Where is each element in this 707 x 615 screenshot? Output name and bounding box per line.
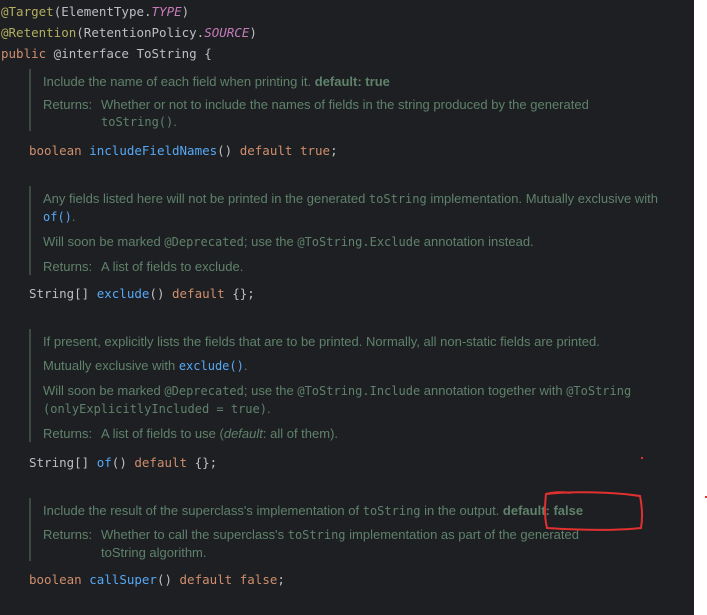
interface-declaration-line: public @interface ToString { xyxy=(1,46,212,62)
doc-text: ; use the xyxy=(243,234,298,249)
semicolon: ; xyxy=(277,572,285,587)
include-field-names-signature: boolean includeFieldNames() default true… xyxy=(29,143,338,159)
returns-code: toString() xyxy=(101,115,174,129)
doc-deprecation-text: Will soon be marked xyxy=(43,383,165,398)
returns-text: A list of fields to exclude. xyxy=(101,259,244,274)
retention-close-paren: ) xyxy=(249,25,257,40)
doc-default-value: default: true xyxy=(314,74,390,89)
doc-description: Include the result of the superclass's i… xyxy=(43,503,363,518)
semicolon: ; xyxy=(209,455,218,470)
doc-text: annotation instead. xyxy=(420,234,534,249)
doc-code-tostring-annotation: @ToString xyxy=(566,384,632,398)
default-keyword: default xyxy=(239,143,300,158)
doc-code-tostring: toString xyxy=(362,504,421,518)
red-mark xyxy=(641,457,643,459)
doc-text: Mutually exclusive with xyxy=(43,358,179,373)
doc-code-deprecated: @Deprecated xyxy=(164,235,244,249)
doc-code-exclude: @ToString.Exclude xyxy=(297,235,421,249)
target-close-paren: ) xyxy=(181,4,190,19)
doc-code-only-explicitly-included: (onlyExplicitlyIncluded = true) xyxy=(43,402,267,416)
returns-text-end: toString algorithm. xyxy=(101,545,207,560)
retention-args: (RetentionPolicy. xyxy=(76,25,205,40)
returns-text: Whether to call the superclass's xyxy=(101,527,288,542)
semicolon: ; xyxy=(330,143,338,158)
doc-period: . xyxy=(71,209,76,224)
default-value: {} xyxy=(194,455,210,470)
returns-period: . xyxy=(173,114,177,129)
semicolon: ; xyxy=(247,286,255,301)
doc-text: ; use the xyxy=(243,383,298,398)
doc-text-continued: implementation. Mutually exclusive with xyxy=(426,191,658,206)
doc-code-deprecated: @Deprecated xyxy=(164,384,244,398)
public-keyword: public xyxy=(1,46,47,61)
doc-description: If present, explicitly lists the fields … xyxy=(43,334,600,349)
default-value: true xyxy=(299,143,331,158)
return-type: boolean xyxy=(29,572,90,587)
returns-default-emphasis: default xyxy=(223,426,263,441)
target-annotation-line: @Target(ElementType.TYPE) xyxy=(1,4,189,20)
exclude-signature: String[] exclude() default {}; xyxy=(29,286,255,302)
target-annotation: @Target xyxy=(1,4,54,19)
method-parens: () xyxy=(149,286,172,301)
returns-label: Returns: xyxy=(43,97,93,112)
default-keyword: default xyxy=(134,455,195,470)
returns-text-continued: : all of them). xyxy=(262,426,339,441)
doc-period: . xyxy=(243,358,248,373)
javadoc-of: If present, explicitly lists the fields … xyxy=(29,329,683,442)
method-name[interactable]: exclude xyxy=(97,286,150,301)
target-args: (ElementType. xyxy=(53,4,152,19)
return-type: String[] xyxy=(29,455,97,470)
method-parens: () xyxy=(217,143,240,158)
method-parens: () xyxy=(111,455,135,470)
doc-text: annotation together with xyxy=(420,383,567,398)
default-keyword: default xyxy=(172,286,233,301)
javadoc-include-field-names: Include the name of each field when prin… xyxy=(29,69,683,131)
default-value: {} xyxy=(232,286,248,301)
doc-link-exclude[interactable]: exclude() xyxy=(179,359,244,373)
doc-code-include: @ToString.Include xyxy=(297,384,421,398)
doc-text: Any fields listed here will not be print… xyxy=(43,191,369,206)
doc-text-continued: in the output. xyxy=(420,503,503,518)
retention-annotation: @Retention xyxy=(1,25,77,40)
returns-label: Returns: xyxy=(43,426,93,441)
default-value: false xyxy=(239,572,278,587)
javadoc-exclude: Any fields listed here will not be print… xyxy=(29,186,683,275)
retention-annotation-line: @Retention(RetentionPolicy.SOURCE) xyxy=(1,25,257,41)
of-signature: String[] of() default {}; xyxy=(29,455,217,471)
returns-label: Returns: xyxy=(43,259,93,274)
doc-code-tostring: toString xyxy=(368,192,427,206)
target-type-constant: TYPE xyxy=(151,4,182,19)
method-parens: () xyxy=(156,572,180,587)
call-super-signature: boolean callSuper() default false; xyxy=(29,572,285,588)
returns-text: A list of fields to use ( xyxy=(101,426,224,441)
returns-text: Whether or not to include the names of f… xyxy=(101,97,589,112)
code-editor[interactable]: @Target(ElementType.TYPE) @Retention(Ret… xyxy=(0,0,694,615)
return-type: boolean xyxy=(29,143,90,158)
method-name[interactable]: includeFieldNames xyxy=(89,143,217,158)
returns-label: Returns: xyxy=(43,527,93,542)
method-name[interactable]: callSuper xyxy=(89,572,157,587)
return-type: String[] xyxy=(29,286,97,301)
default-keyword: default xyxy=(179,572,240,587)
returns-code: toString xyxy=(287,528,346,542)
interface-declaration: @interface ToString { xyxy=(46,46,212,61)
doc-link-of[interactable]: of() xyxy=(43,210,72,224)
doc-description: Include the name of each field when prin… xyxy=(43,74,312,89)
doc-deprecation-text: Will soon be marked xyxy=(43,234,165,249)
retention-source-constant: SOURCE xyxy=(204,25,250,40)
red-highlight-box xyxy=(544,491,644,531)
method-name[interactable]: of xyxy=(97,455,112,470)
doc-period: . xyxy=(266,401,271,416)
